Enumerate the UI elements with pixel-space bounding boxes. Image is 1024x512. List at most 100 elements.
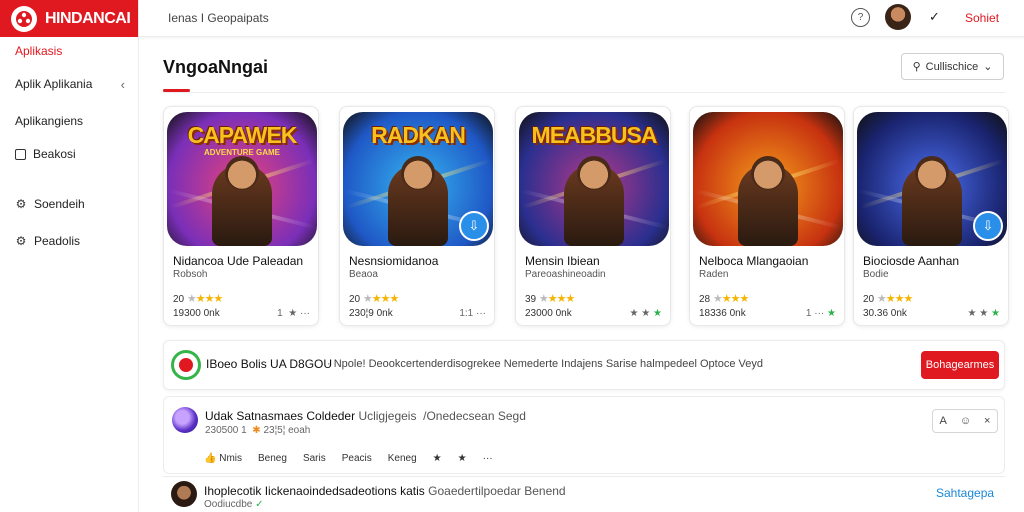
post-title-main[interactable]: Udak Satnasmaes Coldeder <box>205 409 355 423</box>
chevron-down-icon: ⌄ <box>983 61 993 73</box>
notification-icon[interactable]: ✓ <box>929 9 940 25</box>
download-count: 18336 0nk <box>699 308 746 319</box>
close-icon[interactable]: × <box>984 415 990 427</box>
fire-icon: ✱ <box>252 425 261 436</box>
app-rating: 28 ★★★★ <box>699 292 749 305</box>
brand-logo-icon <box>11 5 37 32</box>
app-name[interactable]: Mensin Ibiean <box>525 254 600 268</box>
app-rating: 20 ★★★★ <box>863 292 913 305</box>
verified-icon: ✓ <box>255 499 264 510</box>
share-button[interactable]: Beneg <box>258 453 287 464</box>
rating-value: 20 <box>173 294 185 305</box>
app-card[interactable]: RADKAN ⇩ Nesnsiomidanoa Beaoa 20 ★★★★ 23… <box>339 106 495 326</box>
app-card[interactable]: CAPAWEK ADVENTURE GAME Nidancoa Ude Pale… <box>163 106 319 326</box>
app-name[interactable]: Nesnsiomidanoa <box>349 254 438 268</box>
app-artwork[interactable]: ⇩ <box>857 112 1007 246</box>
promo-banner: IBoeo Bolis UA D8GOU · Npole! Deookcerte… <box>163 340 1005 390</box>
post-meta-rest: 23¦5¦ eoah <box>263 425 311 436</box>
help-icon[interactable]: ? <box>851 8 870 27</box>
app-card[interactable]: ⇩ Biociosde Aanhan Bodie 20 ★★★★ 30.36 0… <box>853 106 1009 326</box>
like-label: Nmis <box>219 453 243 464</box>
app-card-actions[interactable]: 1:1 ··· <box>459 308 486 319</box>
avatar[interactable] <box>172 407 198 433</box>
post-actions: 👍 Nmis Beneg Saris Peacis Keneg ★ ★ ··· <box>204 453 493 464</box>
app-artwork[interactable]: RADKAN ⇩ <box>343 112 493 246</box>
app-card[interactable]: Nelboca Mlangaoian Raden 28 ★★★★ 18336 0… <box>689 106 845 326</box>
sidebar-item-label: Beakosi <box>33 147 76 161</box>
sidebar-item-aplik[interactable]: Aplik Aplikania ‹ <box>0 73 139 95</box>
app-artwork[interactable]: CAPAWEK ADVENTURE GAME <box>167 112 317 246</box>
download-icon[interactable]: ⇩ <box>459 211 489 241</box>
app-card-actions[interactable]: 1 ··· ★ <box>806 308 836 319</box>
download-count: 19300 0nk <box>173 308 220 319</box>
star-icon[interactable]: ★ <box>458 453 467 464</box>
app-artwork[interactable]: MEABBUSA <box>519 112 669 246</box>
banner-action-button[interactable]: Bohagearmes <box>921 351 999 379</box>
emoji-icon[interactable]: ☺ <box>960 415 971 427</box>
text-format-icon[interactable]: A <box>939 415 946 427</box>
comment-row: Ihoplecotik Iickenaoindedsadeotions kati… <box>163 476 1005 512</box>
more-icon[interactable]: ··· <box>483 453 493 464</box>
star-icon[interactable]: ★ <box>433 453 442 464</box>
breadcrumb[interactable]: Ienas I Geopaipats <box>168 11 269 25</box>
star-icon: ★ <box>653 308 662 319</box>
avatar[interactable] <box>885 4 911 30</box>
app-card-actions[interactable]: ★ ★ ★ <box>630 308 662 319</box>
sidebar-item-peadolis[interactable]: ⚙ Peadolis <box>0 230 139 252</box>
avatar[interactable] <box>171 481 197 507</box>
top-bar: Ienas I Geopaipats ? ✓ Sohiet <box>139 0 1024 37</box>
app-rating: 20 ★★★★ <box>173 292 223 305</box>
chevron-left-icon[interactable]: ‹ <box>121 77 125 92</box>
post-meta-count: 230500 1 <box>205 425 250 436</box>
app-name[interactable]: Nidancoa Ude Paleadan <box>173 254 303 268</box>
sidebar-item-beakosi[interactable]: Beakosi <box>0 143 139 165</box>
app-card-actions[interactable]: 1 ★ ··· <box>277 308 310 319</box>
report-button[interactable]: Peacis <box>342 453 372 464</box>
like-button[interactable]: 👍 Nmis <box>204 453 242 464</box>
sidebar-item-label: Soendeih <box>34 197 85 211</box>
checkbox-icon[interactable] <box>15 148 26 160</box>
comment-meta: Oodiucdbe ✓ <box>204 499 264 510</box>
comment-meta-text: Oodiucdbe <box>204 499 253 510</box>
star-rating-icon: ★★★★ <box>362 293 399 305</box>
sidebar-item-label: Aplik Aplikania <box>15 77 93 91</box>
brand-bar[interactable]: HINDANCAI <box>0 0 138 37</box>
app-card-actions[interactable]: ★ ★ ★ <box>968 308 1000 319</box>
star-rating-icon: ★★★★ <box>876 293 913 305</box>
collections-label: Cullischice <box>925 60 979 73</box>
post-card: Udak Satnasmaes Coldeder Ucligjegeis /On… <box>163 396 1005 474</box>
signout-link[interactable]: Sohiet <box>965 11 999 25</box>
app-art-subtitle: ADVENTURE GAME <box>203 148 280 157</box>
app-actions-label[interactable]: ★ ★ <box>630 308 651 319</box>
rating-value: 20 <box>349 294 361 305</box>
sidebar-item-aplikangiens[interactable]: Aplikangiens <box>0 110 139 132</box>
app-rating: 39 ★★★★ <box>525 292 575 305</box>
app-actions-label[interactable]: 1 ★ ··· <box>277 308 310 319</box>
app-card[interactable]: MEABBUSA Mensin Ibiean Pareoashineoadin … <box>515 106 671 326</box>
comment-title-rest: Goaedertilpoedar Benend <box>428 484 566 498</box>
post-title-rest: Ucligjegeis /Onedecsean Segd <box>358 409 526 423</box>
sidebar-section-label: Aplikasis <box>15 44 63 58</box>
comment-title-main[interactable]: Ihoplecotik Iickenaoindedsadeotions kati… <box>204 484 425 498</box>
app-actions-label[interactable]: ★ ★ <box>968 308 989 319</box>
star-icon: ★ <box>827 308 836 319</box>
app-actions-label[interactable]: 1 ··· <box>806 308 824 319</box>
app-actions-label[interactable]: 1:1 ··· <box>459 308 486 319</box>
banner-logo-icon <box>171 350 201 380</box>
collections-dropdown[interactable]: ⚲ Cullischice ⌄ <box>901 53 1004 80</box>
gear-icon: ⚙ <box>15 197 27 211</box>
app-publisher: Raden <box>699 269 729 280</box>
app-artwork[interactable] <box>693 112 843 246</box>
download-icon[interactable]: ⇩ <box>973 211 1003 241</box>
save-button[interactable]: Saris <box>303 453 326 464</box>
sidebar-item-soendeih[interactable]: ⚙ Soendeih <box>0 193 139 215</box>
more-button[interactable]: Keneg <box>388 453 417 464</box>
app-art-title: CAPAWEK <box>187 122 298 148</box>
gear-icon: ⚙ <box>15 234 27 248</box>
app-publisher: Beaoa <box>349 269 378 280</box>
page-title: VngoaNngai <box>163 57 269 77</box>
star-rating-icon: ★★★★ <box>538 293 575 305</box>
app-name[interactable]: Biociosde Aanhan <box>863 254 959 268</box>
app-name[interactable]: Nelboca Mlangaoian <box>699 254 808 268</box>
comment-action-link[interactable]: Sahtagepa <box>936 486 994 500</box>
